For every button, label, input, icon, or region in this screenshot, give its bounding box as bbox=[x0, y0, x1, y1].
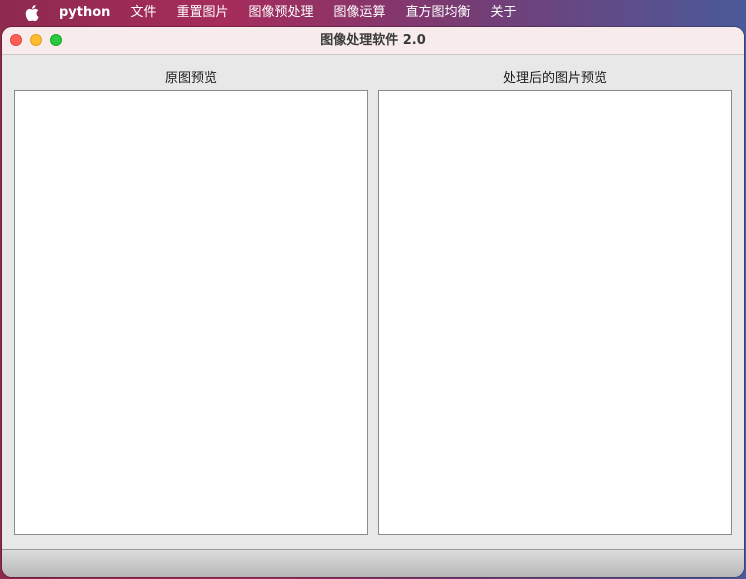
menu-image-operations[interactable]: 图像运算 bbox=[333, 0, 385, 26]
app-window: 图像处理软件 2.0 原图预览 处理后的图片预览 bbox=[2, 27, 744, 577]
menu-image-preprocess[interactable]: 图像预处理 bbox=[248, 0, 313, 26]
menu-bar: python 文件 重置图片 图像预处理 图像运算 直方图均衡 关于 bbox=[0, 0, 746, 26]
title-bar[interactable]: 图像处理软件 2.0 bbox=[2, 27, 744, 55]
original-preview-label: 原图预览 bbox=[164, 71, 217, 86]
processed-preview-panel bbox=[378, 90, 732, 535]
main-content: 原图预览 处理后的图片预览 bbox=[2, 55, 744, 550]
window-title: 图像处理软件 2.0 bbox=[320, 33, 426, 48]
apple-icon[interactable] bbox=[24, 5, 40, 21]
status-bar bbox=[2, 549, 744, 577]
original-preview-panel bbox=[14, 90, 368, 535]
menu-file[interactable]: 文件 bbox=[130, 0, 156, 26]
menu-reset-image[interactable]: 重置图片 bbox=[176, 0, 228, 26]
menu-histogram-equalization[interactable]: 直方图均衡 bbox=[406, 0, 471, 26]
processed-preview-label: 处理后的图片预览 bbox=[502, 71, 607, 86]
menu-app-python[interactable]: python bbox=[59, 0, 110, 26]
menu-about[interactable]: 关于 bbox=[491, 0, 517, 26]
